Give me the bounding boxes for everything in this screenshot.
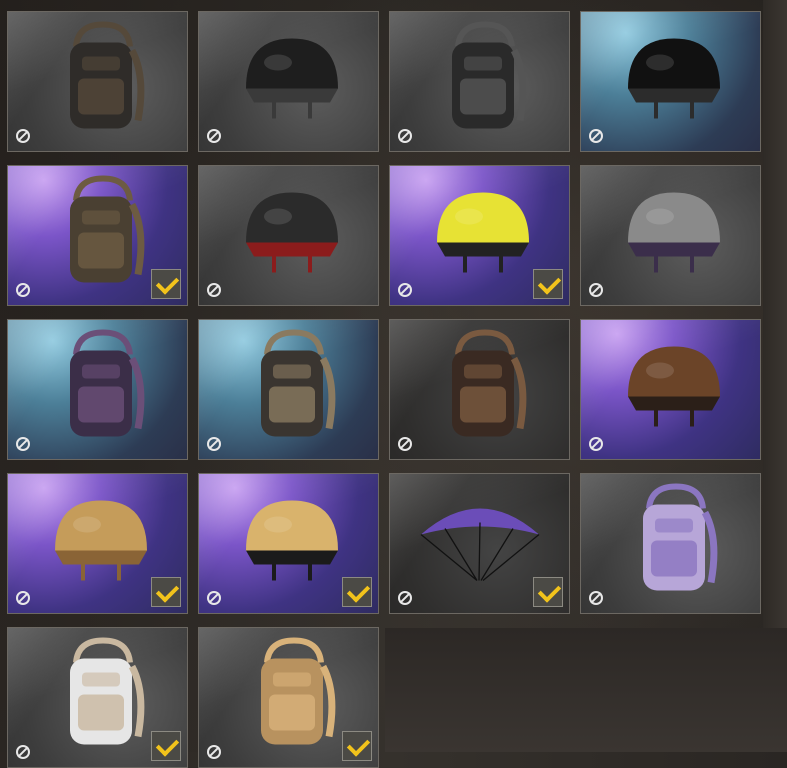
backpack-image xyxy=(48,16,148,141)
item-slot-helmet[interactable] xyxy=(7,473,188,614)
ban-icon xyxy=(398,437,412,451)
backpack-image xyxy=(239,632,339,757)
item-slot-backpack[interactable] xyxy=(389,319,570,460)
item-slot-helmet[interactable] xyxy=(580,319,761,460)
helmet-image xyxy=(234,26,344,131)
item-slot-backpack[interactable] xyxy=(580,473,761,614)
backpack-image xyxy=(48,632,148,757)
item-slot-backpack[interactable] xyxy=(7,627,188,768)
item-slot-helmet[interactable] xyxy=(198,473,379,614)
item-slot-backpack[interactable] xyxy=(198,319,379,460)
item-slot-helmet[interactable] xyxy=(389,165,570,306)
item-slot-backpack[interactable] xyxy=(389,11,570,152)
item-slot-helmet[interactable] xyxy=(580,165,761,306)
checkmark-icon[interactable] xyxy=(533,269,563,299)
ban-icon xyxy=(589,129,603,143)
item-slot-backpack[interactable] xyxy=(198,627,379,768)
checkmark-icon[interactable] xyxy=(342,577,372,607)
backpack-image xyxy=(48,324,148,449)
ban-icon xyxy=(16,591,30,605)
ban-icon xyxy=(398,283,412,297)
ban-icon xyxy=(16,745,30,759)
item-slot-helmet[interactable] xyxy=(580,11,761,152)
ban-icon xyxy=(207,591,221,605)
helmet-image xyxy=(234,180,344,285)
checkmark-icon[interactable] xyxy=(342,731,372,761)
checkmark-icon[interactable] xyxy=(151,731,181,761)
ban-icon xyxy=(16,283,30,297)
ban-icon xyxy=(398,129,412,143)
helmet-image xyxy=(425,180,535,285)
backpack-image xyxy=(239,324,339,449)
checkmark-icon[interactable] xyxy=(151,577,181,607)
ban-icon xyxy=(589,591,603,605)
ban-icon xyxy=(589,437,603,451)
ban-icon xyxy=(398,591,412,605)
helmet-image xyxy=(616,180,726,285)
ban-icon xyxy=(207,437,221,451)
checkmark-icon[interactable] xyxy=(533,577,563,607)
backpack-image xyxy=(430,324,530,449)
helmet-image xyxy=(616,334,726,439)
ban-icon xyxy=(16,437,30,451)
ban-icon xyxy=(16,129,30,143)
helmet-image xyxy=(43,488,153,593)
backpack-image xyxy=(48,170,148,295)
item-slot-backpack[interactable] xyxy=(7,165,188,306)
ban-icon xyxy=(589,283,603,297)
item-slot-parachute[interactable] xyxy=(389,473,570,614)
ban-icon xyxy=(207,129,221,143)
backpack-image xyxy=(430,16,530,141)
ban-icon xyxy=(207,283,221,297)
inventory-grid xyxy=(0,0,787,768)
item-slot-helmet[interactable] xyxy=(198,11,379,152)
item-slot-backpack[interactable] xyxy=(7,11,188,152)
item-slot-helmet[interactable] xyxy=(198,165,379,306)
helmet-image xyxy=(234,488,344,593)
parachute-image xyxy=(415,488,545,593)
ban-icon xyxy=(207,745,221,759)
item-slot-backpack[interactable] xyxy=(7,319,188,460)
helmet-image xyxy=(616,26,726,131)
checkmark-icon[interactable] xyxy=(151,269,181,299)
backpack-image xyxy=(621,478,721,603)
